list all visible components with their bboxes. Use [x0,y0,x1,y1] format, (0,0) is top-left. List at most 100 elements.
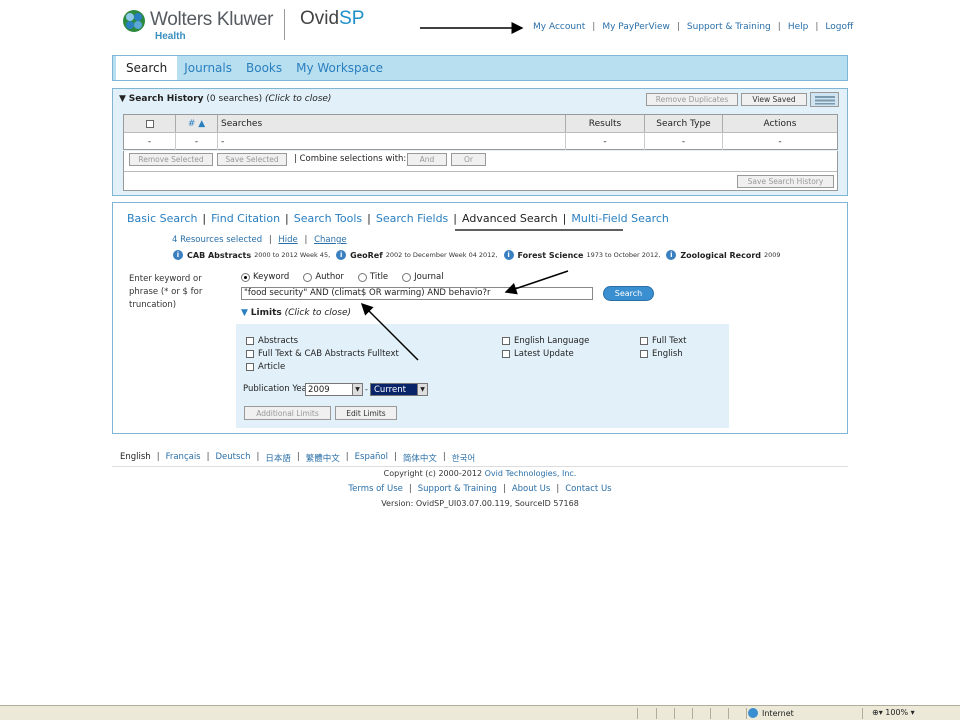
search-button[interactable]: Search [603,286,654,301]
search-mode-tabs: Basic Search | Find Citation | Search Tool… [127,212,669,225]
lang-espanol[interactable]: Español [355,452,388,464]
additional-limits-button[interactable]: Additional Limits [244,406,331,420]
logoff-link[interactable]: Logoff [825,22,853,32]
info-icon[interactable]: i [336,250,347,260]
limit-abstracts-checkbox[interactable]: Abstracts [246,336,298,346]
remove-selected-button[interactable]: Remove Selected [129,153,213,166]
resource-name: GeoRef [350,250,383,260]
info-icon[interactable]: i [503,250,514,260]
col-number-header[interactable]: # ▲ [176,115,218,132]
limits-header[interactable]: ▼ Limits (Click to close) [241,308,351,318]
wolters-kluwer-logo-icon [122,9,146,33]
tab-multi-field-search[interactable]: Multi-Field Search [571,212,669,225]
search-history-table: # ▲ Searches Results Search Type Actions… [123,114,838,150]
tab-search[interactable]: Search [116,56,178,80]
tab-advanced-search[interactable]: Advanced Search [462,212,558,225]
search-field-radios: Keyword Author Title Journal [241,272,458,282]
table-row-cell: - [218,132,566,150]
radio-journal[interactable]: Journal [402,272,444,282]
radio-author[interactable]: Author [303,272,344,282]
save-selected-button[interactable]: Save Selected [217,153,287,166]
about-us-link[interactable]: About Us [512,484,550,494]
combine-or-button[interactable]: Or [451,153,486,166]
help-link[interactable]: Help [788,22,809,32]
pub-year-from-select[interactable]: 2009 ▼ [305,383,363,396]
footer-links: Terms of Use | Support & Training | About … [348,484,612,494]
tab-search-fields[interactable]: Search Fields [376,212,448,225]
col-search-type-header: Search Type [645,115,723,132]
resource-range: 2002 to December Week 04 2012, [385,251,498,259]
radio-keyword[interactable]: Keyword [241,272,289,282]
col-results-header: Results [566,115,645,132]
tab-search-tools[interactable]: Search Tools [294,212,362,225]
info-icon[interactable]: i [666,250,677,260]
footer-support-link[interactable]: Support & Training [418,484,497,494]
security-zone: Internet [748,708,794,718]
tab-books[interactable]: Books [239,56,289,80]
limit-english-checkbox[interactable]: English [640,349,683,359]
lang-japanese[interactable]: 日本語 [265,452,291,464]
select-all-checkbox[interactable] [145,119,154,128]
radio-title[interactable]: Title [357,272,388,282]
resources-selected-count: 4 Resources selected [172,235,263,245]
zoom-level[interactable]: ⊕▾ 100% ▾ [872,708,915,717]
remove-duplicates-button[interactable]: Remove Duplicates [646,93,738,106]
history-layout-icon[interactable] [810,92,839,107]
radio-icon [402,272,412,282]
logo-divider [284,9,285,40]
combine-label: | Combine selections with: [294,154,407,164]
radio-icon [357,272,367,282]
change-resources-link[interactable]: Change [314,235,347,245]
dropdown-arrow-icon: ▼ [417,384,427,395]
top-nav: My Account | My PayPerView | Support & Tra… [533,22,854,32]
tab-my-workspace[interactable]: My Workspace [289,56,390,80]
lang-simplified-chinese[interactable]: 简体中文 [403,452,437,464]
save-search-history-button[interactable]: Save Search History [737,175,834,188]
limits-panel: Abstracts Full Text & CAB Abstracts Full… [236,324,729,428]
lang-english[interactable]: English [120,452,151,464]
hide-resources-link[interactable]: Hide [278,235,297,245]
product-logo: OvidSP [300,8,365,29]
search-query-input[interactable]: "food security" AND (climat$ OR warming)… [241,287,593,300]
edit-limits-button[interactable]: Edit Limits [335,406,397,420]
support-training-link[interactable]: Support & Training [687,22,771,32]
limit-article-checkbox[interactable]: Article [246,362,285,372]
search-history-header[interactable]: ▼ Search History (0 searches) (Click to … [119,94,331,104]
resources-selected-row: 4 Resources selected | Hide | Change [172,235,347,245]
language-selector: English | Français | Deutsch | 日本語 | 繁體中文 | E… [120,452,476,464]
table-row-cell: - [566,132,645,150]
my-account-link[interactable]: My Account [533,22,585,32]
history-actions-area: Remove Selected Save Selected | Combine … [123,151,838,191]
copyright: Copyright (c) 2000-2012 Ovid Technologie… [383,469,577,478]
info-icon[interactable]: i [173,250,183,260]
contact-us-link[interactable]: Contact Us [565,484,611,494]
tab-basic-search[interactable]: Basic Search [127,212,197,225]
publication-year-label: Publication Year [243,384,311,394]
lang-traditional-chinese[interactable]: 繁體中文 [306,452,340,464]
dropdown-arrow-icon: ▼ [352,384,362,395]
pub-year-to-select[interactable]: Current ▼ [370,383,428,396]
resource-range: 2009 [764,251,781,259]
resource-range: 1973 to October 2012, [586,251,661,259]
radio-selected-icon [241,272,250,282]
limit-latest-update-checkbox[interactable]: Latest Update [502,349,574,359]
tab-journals[interactable]: Journals [177,56,239,80]
view-saved-button[interactable]: View Saved [741,93,807,106]
footer-divider [112,466,848,467]
lang-deutsch[interactable]: Deutsch [216,452,251,464]
limit-english-language-checkbox[interactable]: English Language [502,336,589,346]
collapse-triangle-icon: ▼ [119,94,126,104]
limit-fulltext-cab-checkbox[interactable]: Full Text & CAB Abstracts Fulltext [246,349,399,359]
radio-icon [303,272,313,282]
resource-list: i CAB Abstracts 2000 to 2012 Week 45, i Geo… [173,250,787,260]
lang-francais[interactable]: Français [166,452,201,464]
search-history-panel: ▼ Search History (0 searches) (Click to … [112,88,848,196]
my-payperview-link[interactable]: My PayPerView [602,22,670,32]
tab-find-citation[interactable]: Find Citation [211,212,280,225]
lang-korean[interactable]: 한국어 [452,452,475,464]
limit-full-text-checkbox[interactable]: Full Text [640,336,686,346]
terms-of-use-link[interactable]: Terms of Use [348,484,403,494]
select-all-cell [124,115,176,132]
ovid-link[interactable]: Ovid Technologies, Inc. [485,469,577,478]
combine-and-button[interactable]: And [407,153,447,166]
